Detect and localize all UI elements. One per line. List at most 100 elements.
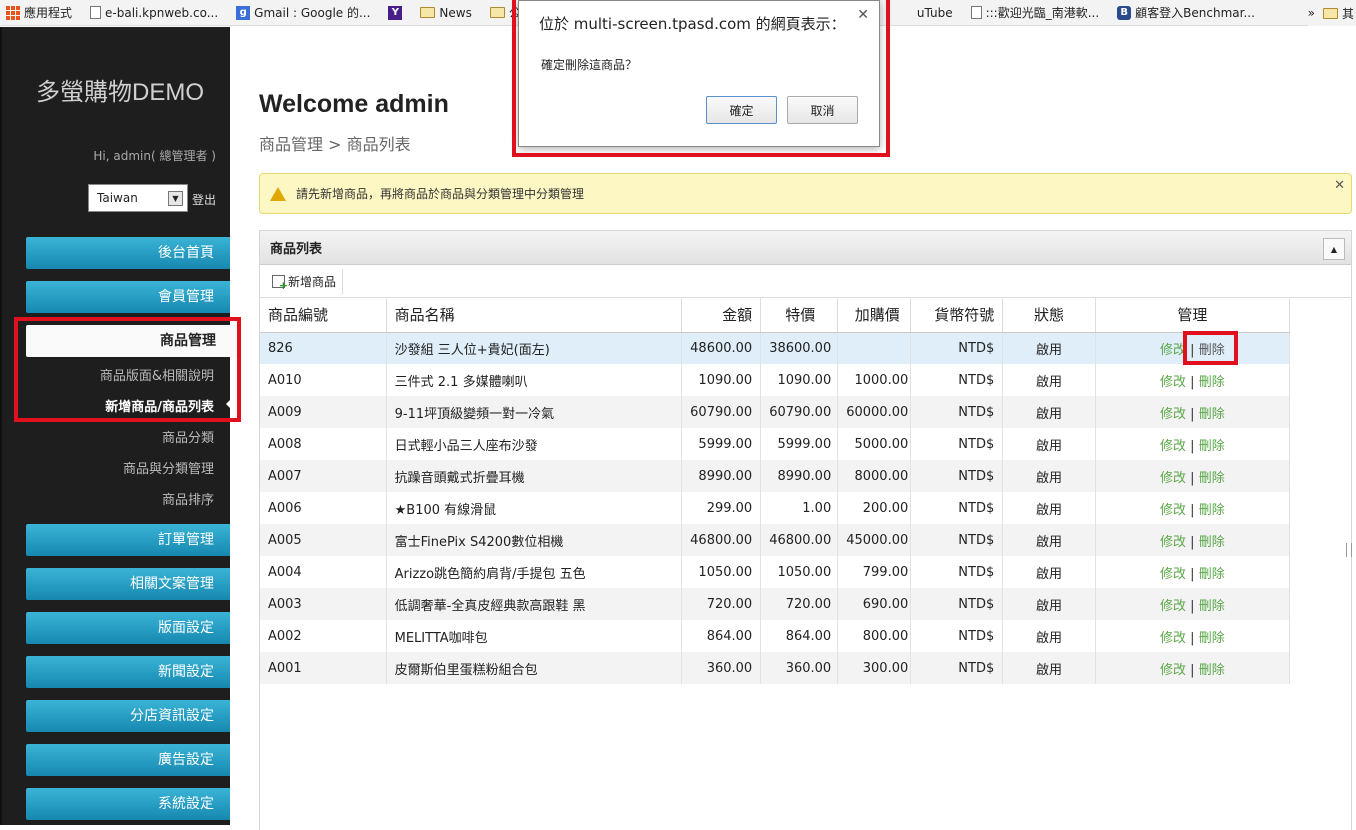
delete-link[interactable]: 刪除 xyxy=(1199,663,1225,678)
edit-link[interactable]: 修改 xyxy=(1160,567,1186,582)
edit-link[interactable]: 修改 xyxy=(1160,503,1186,518)
table-row[interactable]: A009 9-11坪頂級變頻一對一冷氣 60790.00 60790.00 60000.… xyxy=(260,396,1291,428)
highlight-box-menu xyxy=(14,317,241,422)
table-row[interactable]: A004 Arizzo跳色簡約肩背/手提包 五色 1050.00 1050.00 799… xyxy=(260,556,1291,588)
close-icon[interactable]: ✕ xyxy=(1334,178,1345,193)
nav-orders[interactable]: 訂單管理 xyxy=(26,524,230,556)
table-row[interactable]: A003 低調奢華-全真皮經典款高跟鞋 黑 720.00 720.00 690.00 NT… xyxy=(260,588,1291,620)
cell-name: Arizzo跳色簡約肩背/手提包 五色 xyxy=(386,556,683,588)
cell-code: 826 xyxy=(260,332,387,364)
language-select[interactable]: Taiwan ▼ xyxy=(88,184,188,212)
edit-link[interactable]: 修改 xyxy=(1160,631,1186,646)
folder-icon xyxy=(489,7,505,18)
add-product-button[interactable]: 新增商品 xyxy=(266,268,344,294)
cell-status: 啟用 xyxy=(1002,492,1096,524)
nav-members[interactable]: 會員管理 xyxy=(26,281,230,313)
table-row[interactable]: 826 沙發組 三人位+貴妃(面左) 48600.00 38600.00 NTD$ 啟用修… xyxy=(260,332,1291,364)
cell-manage: 修改 | 刪除 xyxy=(1095,524,1291,556)
cell-code: A007 xyxy=(260,460,387,492)
bookmarks-overflow-button[interactable]: » xyxy=(1308,6,1315,20)
cell-status: 啟用 xyxy=(1002,460,1096,492)
bookmark-yahoo[interactable]: Y xyxy=(388,5,403,20)
sub-category[interactable]: 商品分類 xyxy=(162,427,214,446)
col-currency[interactable]: 貨幣符號 xyxy=(910,298,1004,333)
cell-price: 360.00 xyxy=(681,652,762,684)
bookmark-gmail[interactable]: g Gmail : Google 的... xyxy=(236,4,370,21)
delete-link[interactable]: 刪除 xyxy=(1199,631,1225,646)
bookmarks-overflow: » 其 xyxy=(1307,0,1356,26)
table-row[interactable]: A002 MELITTA咖啡包 864.00 864.00 800.00 NTD$ 啟用 修改… xyxy=(260,620,1291,652)
separator: | xyxy=(1190,502,1195,518)
cell-status: 啟用 xyxy=(1002,588,1096,620)
table-row[interactable]: A001 皮爾斯伯里蛋糕粉組合包 360.00 360.00 300.00 NTD$ 啟用修… xyxy=(260,652,1291,684)
sub-sort[interactable]: 商品排序 xyxy=(162,489,214,508)
delete-link[interactable]: 刪除 xyxy=(1199,503,1225,518)
delete-link[interactable]: 刪除 xyxy=(1199,375,1225,390)
nav-system[interactable]: 系統設定 xyxy=(26,788,230,820)
nav-layout[interactable]: 版面設定 xyxy=(26,612,230,644)
cell-price: 1090.00 xyxy=(681,364,762,396)
cell-price: 299.00 xyxy=(681,492,762,524)
edit-link[interactable]: 修改 xyxy=(1160,407,1186,422)
col-addon[interactable]: 加購價 xyxy=(837,298,912,333)
bookmark-youtube[interactable]: uTube xyxy=(917,6,953,20)
page-icon xyxy=(90,6,102,19)
edit-link[interactable]: 修改 xyxy=(1160,599,1186,614)
delete-link[interactable]: 刪除 xyxy=(1199,471,1225,486)
cell-code: A004 xyxy=(260,556,387,588)
col-name[interactable]: 商品名稱 xyxy=(386,298,683,333)
cell-price: 8990.00 xyxy=(681,460,762,492)
logout-link[interactable]: 登出 xyxy=(192,191,216,208)
bookmark-other[interactable]: 其 xyxy=(1322,5,1354,22)
cell-special: 360.00 xyxy=(760,652,839,684)
table-row[interactable]: A005 富士FinePix S4200數位相機 46800.00 46800.00 4… xyxy=(260,524,1291,556)
cell-name: 低調奢華-全真皮經典款高跟鞋 黑 xyxy=(386,588,683,620)
table-row[interactable]: A006 ★B100 有線滑鼠 299.00 1.00 200.00 NTD$ 啟用 修改 |… xyxy=(260,492,1291,524)
col-special[interactable]: 特價 xyxy=(760,298,839,333)
delete-link[interactable]: 刪除 xyxy=(1199,407,1225,422)
notice-text: 請先新增商品，再將商品於商品與分類管理中分類管理 xyxy=(296,187,585,201)
nav-news[interactable]: 新聞設定 xyxy=(26,656,230,688)
nav-copywriting[interactable]: 相關文案管理 xyxy=(26,568,230,600)
cell-addon: 799.00 xyxy=(837,556,912,588)
delete-link[interactable]: 刪除 xyxy=(1199,567,1225,582)
table-row[interactable]: A007 抗躁音頭戴式折疊耳機 8990.00 8990.00 8000.00 NTD$ 啟… xyxy=(260,460,1291,492)
nav-home[interactable]: 後台首頁 xyxy=(26,237,230,269)
bookmark-benchmark[interactable]: B 顧客登入Benchmar... xyxy=(1117,4,1255,21)
edit-link[interactable]: 修改 xyxy=(1160,471,1186,486)
col-code[interactable]: 商品編號 xyxy=(260,298,387,333)
resize-grip[interactable] xyxy=(1346,543,1352,557)
highlight-box-delete xyxy=(1183,331,1238,365)
nav-branches[interactable]: 分店資訊設定 xyxy=(26,700,230,732)
cell-status: 啟用 xyxy=(1002,428,1096,460)
separator: | xyxy=(1190,630,1195,646)
cell-status: 啟用 xyxy=(1002,332,1096,364)
col-price[interactable]: 金額 xyxy=(681,298,762,333)
bookmark-news[interactable]: News xyxy=(420,6,472,20)
bookmark-nangang[interactable]: :::歡迎光臨_南港軟... xyxy=(970,4,1099,21)
edit-link[interactable]: 修改 xyxy=(1160,535,1186,550)
site-brand: 多螢購物DEMO xyxy=(36,79,204,106)
cell-addon: 800.00 xyxy=(837,620,912,652)
cell-name: 皮爾斯伯里蛋糕粉組合包 xyxy=(386,652,683,684)
sub-product-category[interactable]: 商品與分類管理 xyxy=(123,458,214,477)
bookmark-ebali[interactable]: e-bali.kpnweb.co... xyxy=(90,6,218,20)
delete-link[interactable]: 刪除 xyxy=(1199,599,1225,614)
nav-ads[interactable]: 廣告設定 xyxy=(26,744,230,776)
add-file-icon xyxy=(272,274,288,292)
product-panel: 商品列表 ▲ 新增商品 商品編號 商品名稱 金額 特價 加購價 貨幣符號 狀態 … xyxy=(259,230,1352,830)
col-status[interactable]: 狀態 xyxy=(1002,298,1096,333)
edit-link[interactable]: 修改 xyxy=(1160,663,1186,678)
bookmark-apps[interactable]: 應用程式 xyxy=(6,4,72,21)
table-row[interactable]: A010 三件式 2.1 多媒體喇叭 1090.00 1090.00 1000.00 NT… xyxy=(260,364,1291,396)
table-row[interactable]: A008 日式輕小品三人座布沙發 5999.00 5999.00 5000.00 NTD$… xyxy=(260,428,1291,460)
cell-currency: NTD$ xyxy=(910,620,1004,652)
edit-link[interactable]: 修改 xyxy=(1160,439,1186,454)
delete-link[interactable]: 刪除 xyxy=(1199,535,1225,550)
apps-icon xyxy=(6,5,20,20)
collapse-icon[interactable]: ▲ xyxy=(1323,238,1345,260)
delete-link[interactable]: 刪除 xyxy=(1199,439,1225,454)
cell-special: 1.00 xyxy=(760,492,839,524)
cell-code: A005 xyxy=(260,524,387,556)
edit-link[interactable]: 修改 xyxy=(1160,375,1186,390)
